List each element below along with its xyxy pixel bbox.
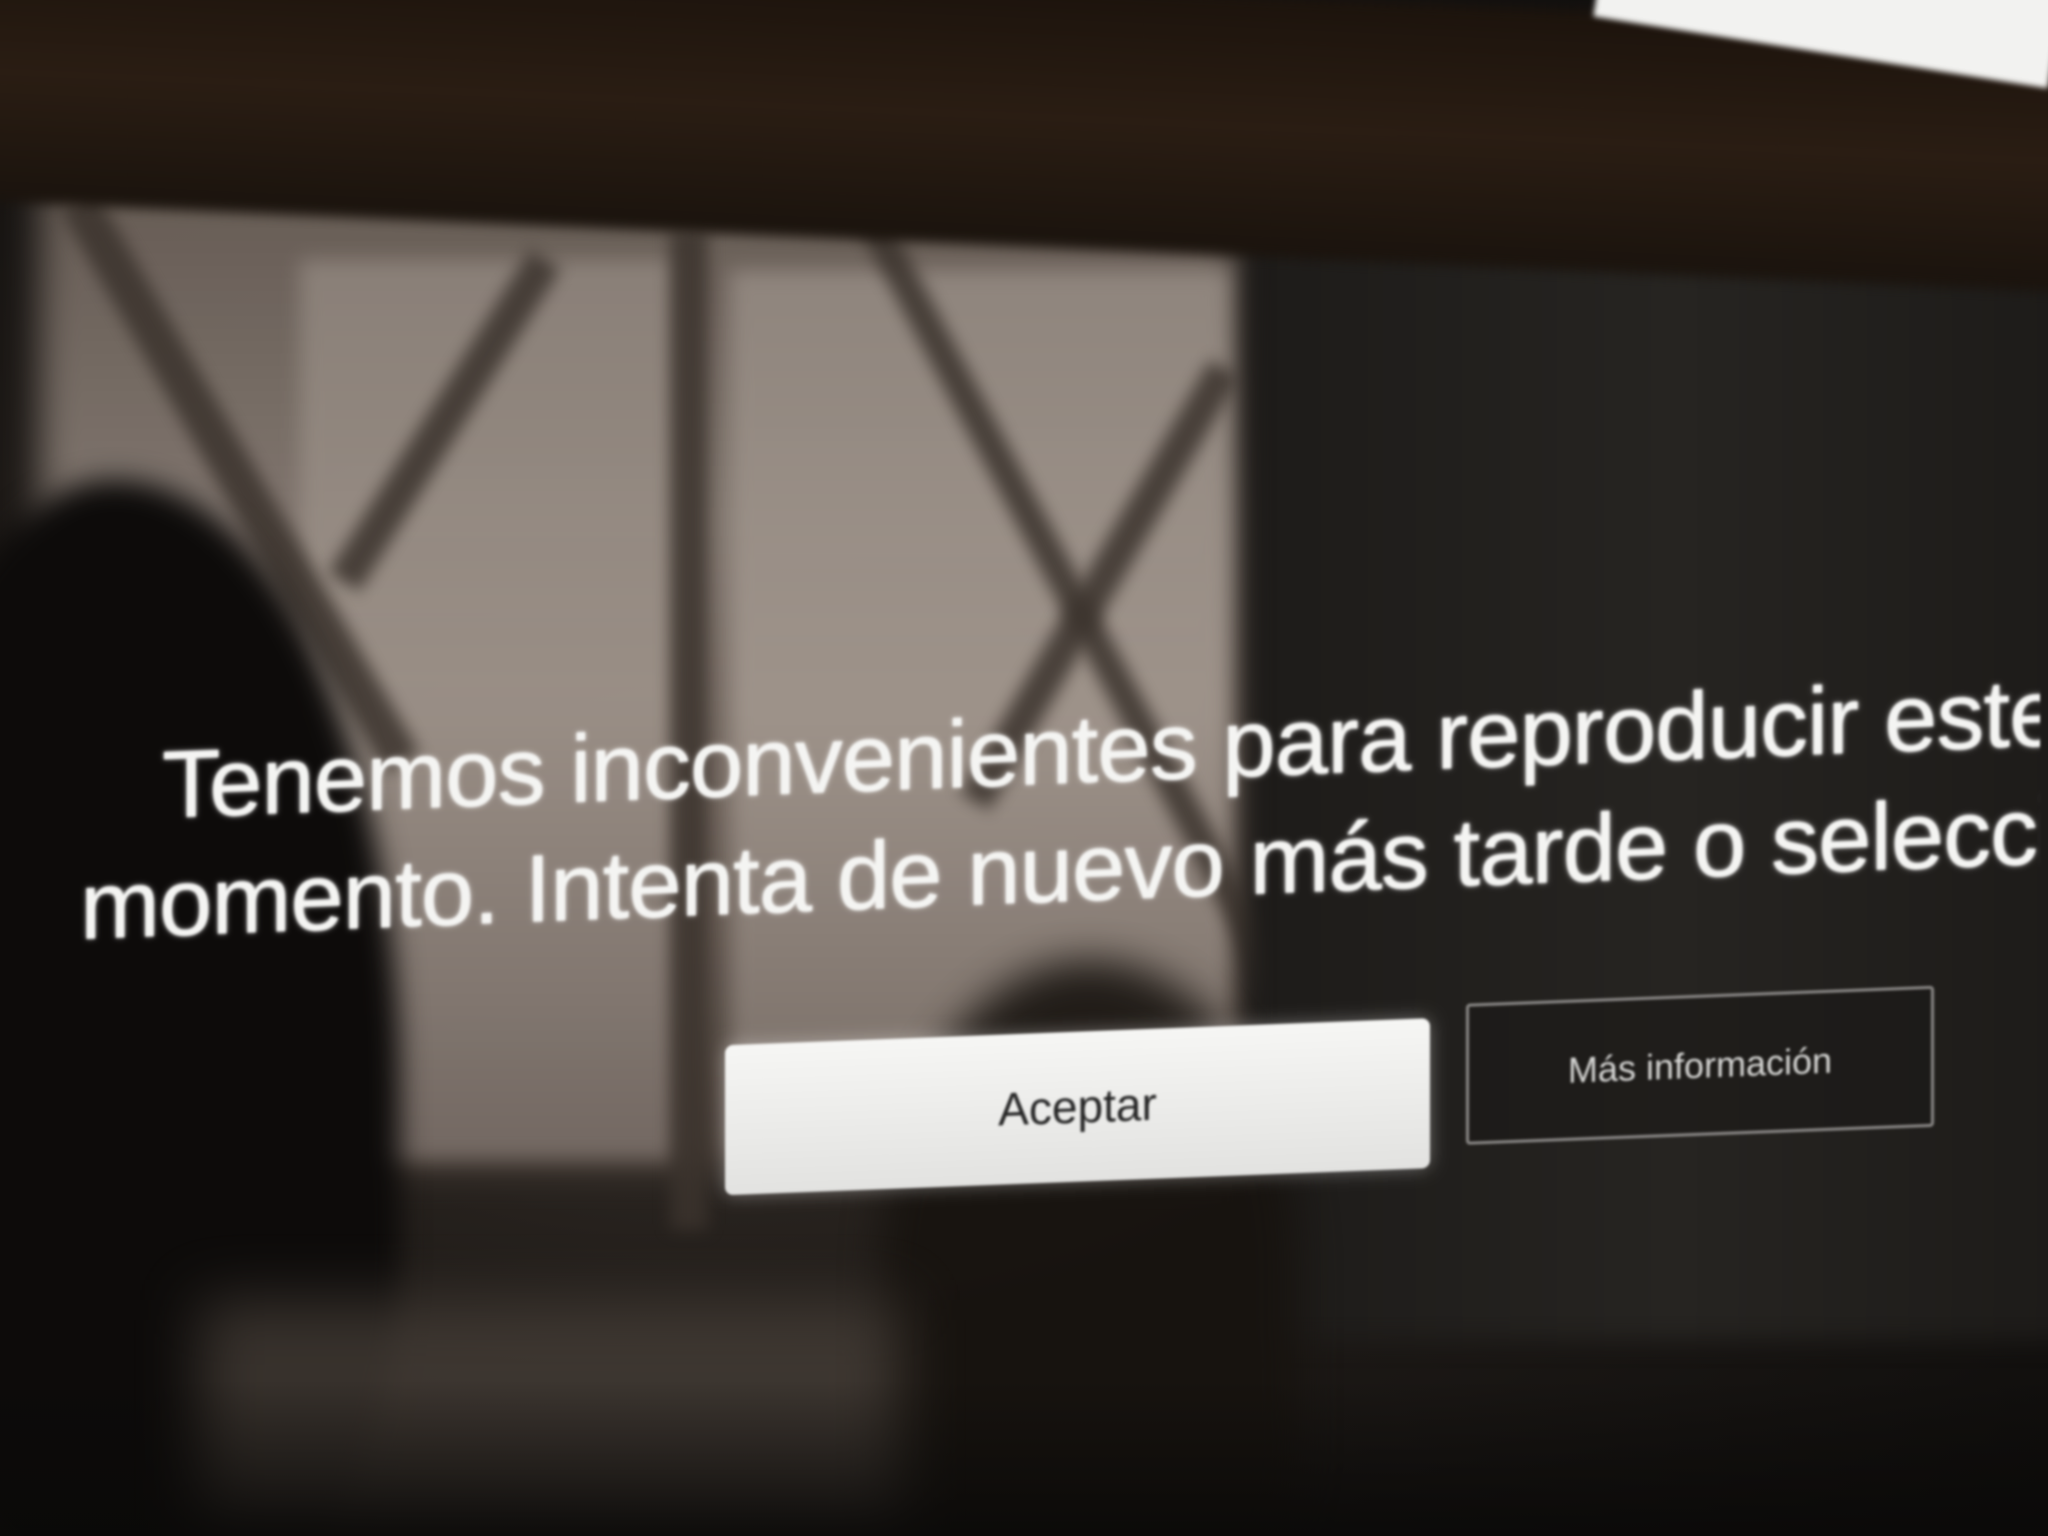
more-info-button[interactable]: Más información bbox=[1466, 985, 1934, 1145]
bottom-shadow bbox=[0, 1380, 2048, 1536]
accept-button[interactable]: Aceptar bbox=[725, 1018, 1430, 1196]
playback-error-dialog: Tenemos inconvenientes para reproducir e… bbox=[80, 654, 2048, 1250]
tv-screen-photo: Tenemos inconvenientes para reproducir e… bbox=[0, 0, 2048, 1536]
